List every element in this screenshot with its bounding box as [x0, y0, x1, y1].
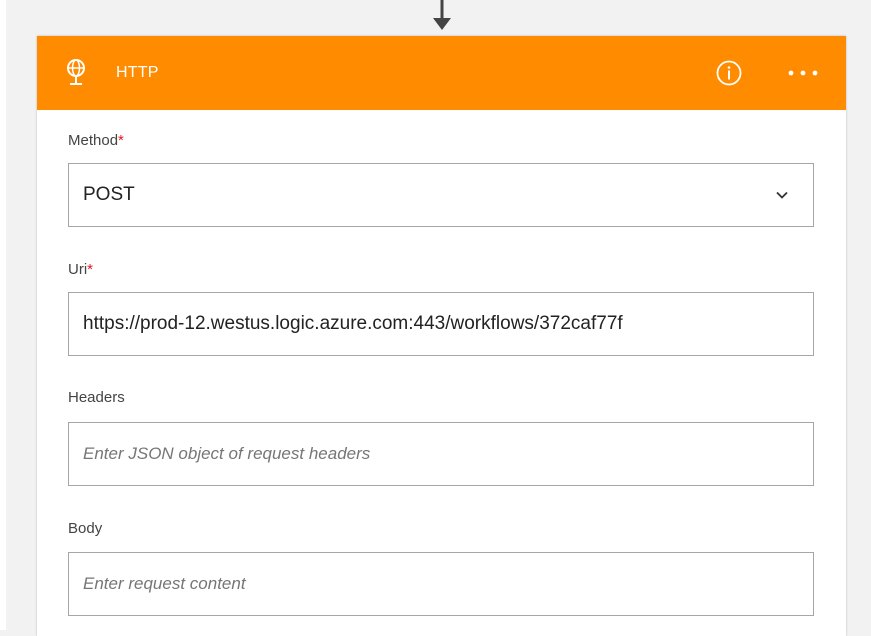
method-label-text: Method — [68, 132, 119, 149]
body-label-text: Body — [68, 520, 103, 537]
body-label: Body — [68, 520, 102, 537]
uri-label-text: Uri — [68, 261, 88, 278]
arrow-down-icon — [433, 0, 451, 30]
headers-label: Headers — [68, 389, 125, 406]
uri-value: https://prod-12.westus.logic.azure.com:4… — [83, 313, 623, 334]
body-placeholder: Enter request content — [83, 574, 246, 593]
headers-label-text: Headers — [68, 389, 125, 406]
globe-icon — [67, 59, 85, 85]
method-value: POST — [83, 184, 135, 205]
uri-input[interactable]: https://prod-12.westus.logic.azure.com:4… — [68, 292, 814, 356]
uri-required-mark: * — [87, 261, 94, 278]
more-options-icon[interactable] — [785, 61, 825, 85]
canvas-edge — [0, 0, 6, 630]
chevron-down-icon[interactable] — [775, 188, 789, 202]
card-header[interactable]: HTTP — [37, 36, 846, 110]
http-action-card: HTTP Method* POST Uri* https://prod-12.w… — [37, 36, 846, 636]
uri-label: Uri* — [68, 261, 93, 278]
method-required-mark: * — [118, 132, 124, 149]
headers-placeholder: Enter JSON object of request headers — [83, 444, 371, 463]
method-label: Method* — [68, 132, 124, 149]
headers-input[interactable]: Enter JSON object of request headers — [68, 422, 814, 486]
body-input[interactable]: Enter request content — [68, 552, 814, 616]
info-icon[interactable] — [715, 59, 743, 87]
method-select[interactable]: POST — [68, 163, 814, 227]
card-title: HTTP — [116, 64, 159, 81]
